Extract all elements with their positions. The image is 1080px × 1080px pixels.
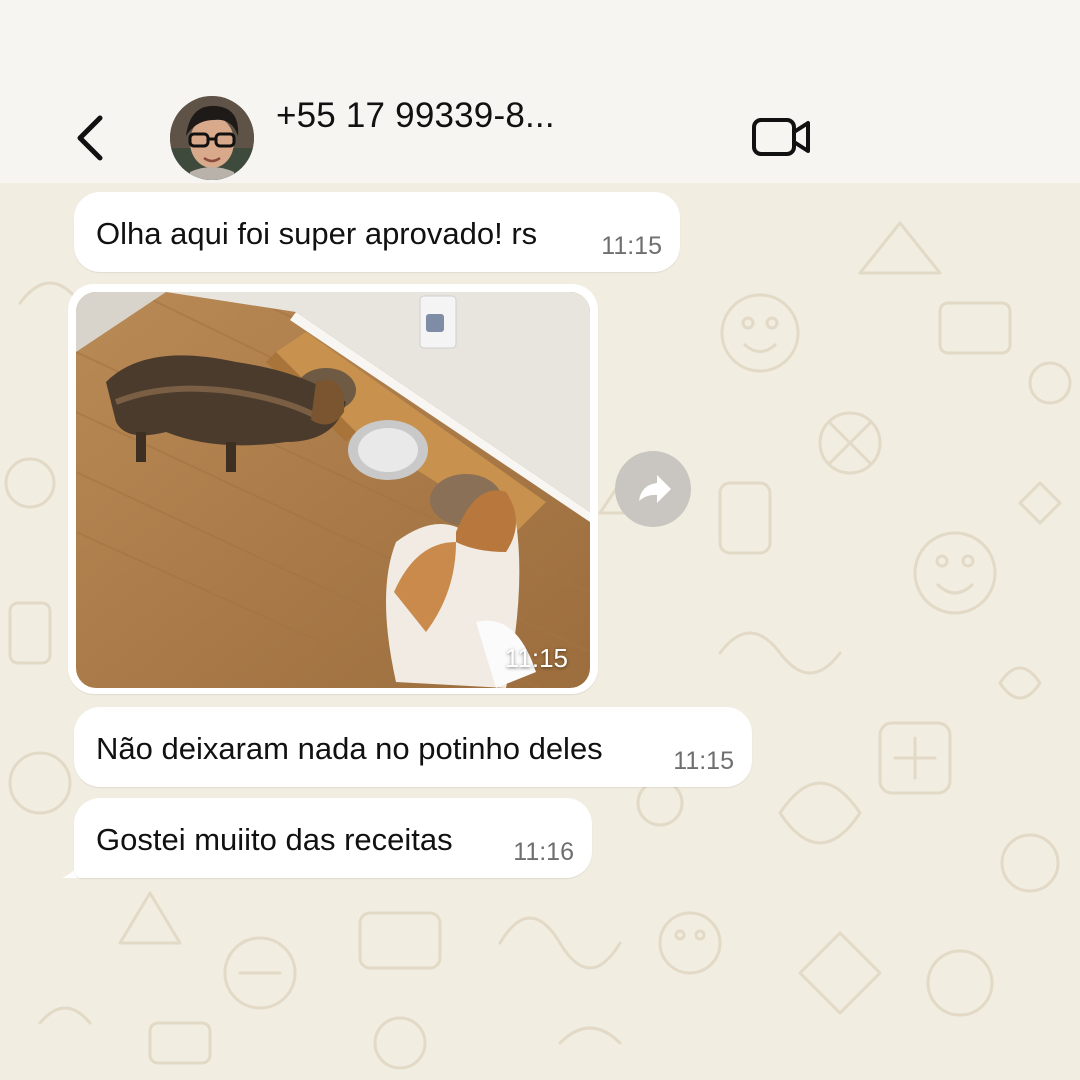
- message-time: 11:16: [513, 838, 574, 866]
- chevron-left-icon[interactable]: [70, 112, 110, 164]
- message-time: 11:15: [673, 747, 734, 775]
- video-camera-icon[interactable]: [750, 116, 812, 158]
- message-bubble[interactable]: Gostei muiito das receitas 11:16: [74, 798, 592, 878]
- message-bubble[interactable]: Não deixaram nada no potinho deles 11:15: [74, 707, 752, 787]
- forward-button[interactable]: [615, 451, 691, 527]
- image-message[interactable]: 11:15: [68, 284, 598, 694]
- dogs-eating-photo: [76, 292, 590, 688]
- message-photo[interactable]: 11:15: [76, 292, 590, 688]
- message-bubble[interactable]: Olha aqui foi super aprovado! rs 11:15: [74, 192, 680, 272]
- message-text: Gostei muiito das receitas: [96, 822, 453, 857]
- message-text: Não deixaram nada no potinho deles: [96, 731, 603, 766]
- message-text: Olha aqui foi super aprovado! rs: [96, 216, 538, 251]
- contact-name[interactable]: +55 17 99339-8...: [276, 96, 555, 136]
- message-time: 11:15: [601, 232, 662, 260]
- forward-arrow-icon: [639, 475, 671, 503]
- avatar-image: [170, 96, 254, 180]
- message-time: 11:15: [504, 643, 568, 673]
- chat-header: +55 17 99339-8...: [0, 0, 1080, 183]
- avatar[interactable]: [170, 96, 254, 180]
